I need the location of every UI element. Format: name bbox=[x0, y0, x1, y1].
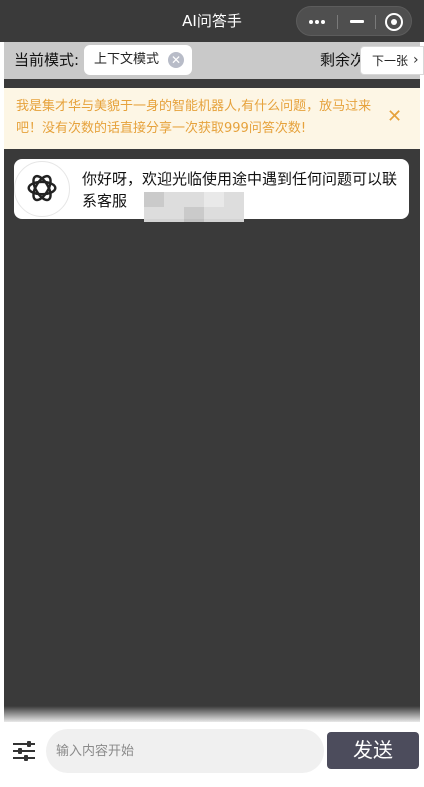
mode-bar: 当前模式: 上下文模式 ✕ 剩余次 下一张 › bbox=[4, 42, 424, 79]
app-frame: AI问答手 当前模式: 上下文模式 ✕ 剩余次 下一张 › 我是集才华与美貌于一… bbox=[0, 0, 424, 787]
next-button[interactable]: 下一张 › bbox=[360, 46, 424, 75]
target-close-icon[interactable] bbox=[377, 7, 411, 37]
notice-banner: 我是集才华与美貌于一身的智能机器人,有什么问题，放马过来吧！没有次数的话直接分享… bbox=[4, 88, 420, 149]
chat-input[interactable] bbox=[46, 729, 324, 773]
bottom-fade bbox=[4, 706, 420, 722]
more-dots-icon[interactable] bbox=[297, 7, 337, 37]
miniprogram-capsule bbox=[296, 6, 412, 36]
close-icon[interactable]: ✕ bbox=[387, 106, 402, 128]
bot-message: 你好呀，欢迎光临使用途中遇到任何问题可以联系客服 bbox=[14, 159, 409, 222]
capsule-divider bbox=[375, 15, 376, 29]
input-bar: 发送 bbox=[0, 722, 424, 787]
chevron-right-icon: › bbox=[413, 52, 419, 68]
notice-text: 我是集才华与美貌于一身的智能机器人,有什么问题，放马过来吧！没有次数的话直接分享… bbox=[16, 99, 372, 136]
nav-bar: AI问答手 bbox=[0, 0, 424, 42]
openai-logo-icon bbox=[14, 161, 70, 217]
mode-chip[interactable]: 上下文模式 ✕ bbox=[84, 45, 192, 75]
mode-chip-label: 上下文模式 bbox=[94, 52, 160, 67]
minimize-icon[interactable] bbox=[341, 7, 373, 37]
clear-circle-icon[interactable]: ✕ bbox=[168, 52, 184, 68]
next-button-label: 下一张 bbox=[372, 54, 409, 68]
mode-label: 当前模式: bbox=[14, 51, 80, 69]
send-button[interactable]: 发送 bbox=[327, 732, 419, 769]
mosaic-redaction bbox=[144, 192, 244, 222]
sliders-icon[interactable] bbox=[13, 739, 37, 763]
capsule-divider bbox=[337, 15, 338, 29]
remaining-count-label: 剩余次 bbox=[320, 51, 360, 69]
